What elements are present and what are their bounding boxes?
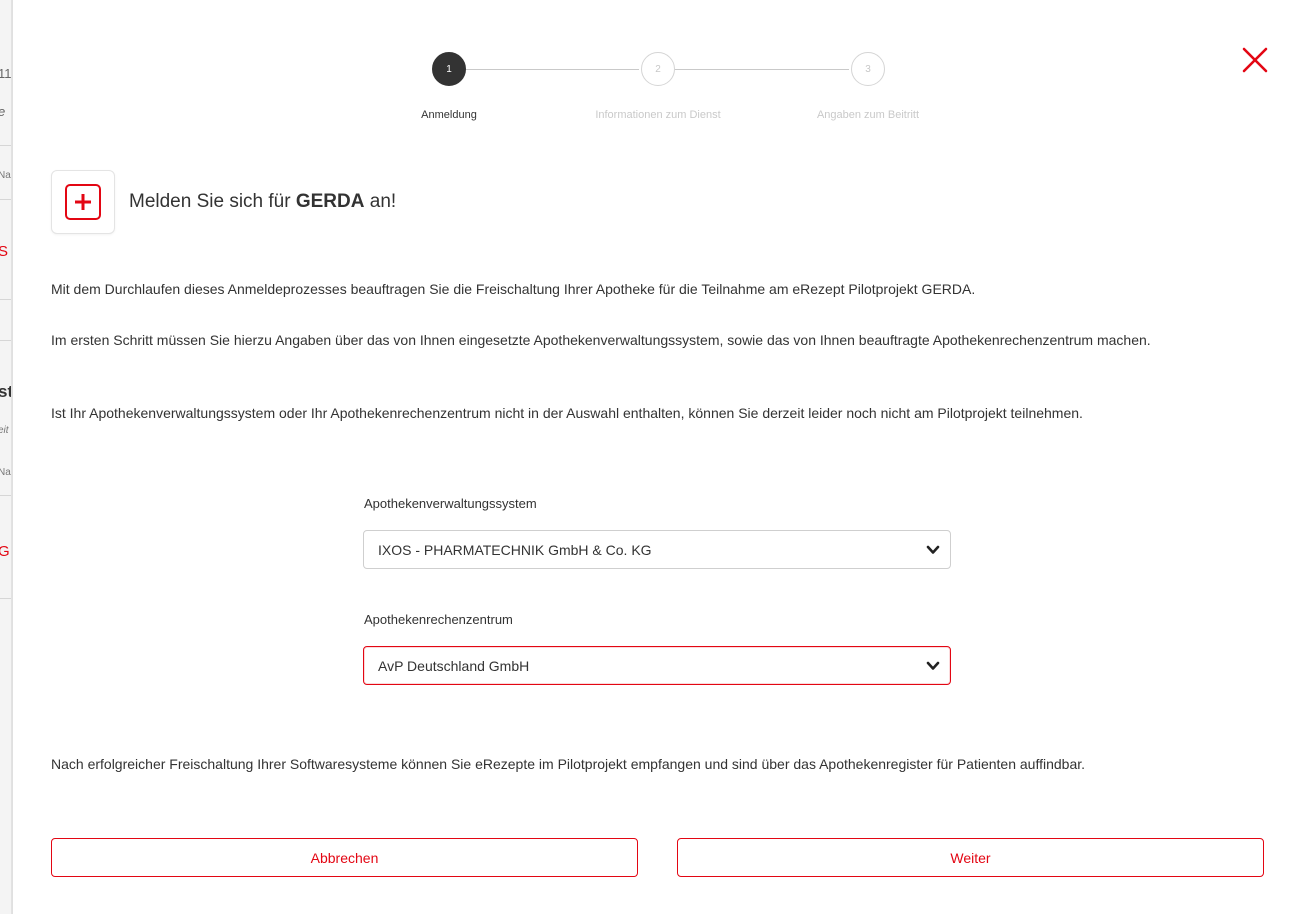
chevron-down-icon (926, 661, 940, 670)
background-fragment: e (0, 104, 5, 119)
background-divider (0, 495, 11, 496)
page-title: Melden Sie sich für GERDA an! (129, 191, 396, 213)
step-2-label: Informationen zum Dienst (595, 109, 721, 121)
title-brand: GERDA (295, 191, 365, 212)
step-2-indicator: 2 (641, 52, 675, 86)
background-fragment: G (0, 543, 10, 560)
step-one-text: Im ersten Schritt müssen Sie hierzu Anga… (51, 332, 1151, 348)
step-1-label: Anmeldung (421, 109, 477, 121)
center-label: Apothekenrechenzentrum (364, 612, 513, 627)
center-select-value: AvP Deutschland GmbH (378, 657, 530, 674)
pharmacy-logo (51, 170, 115, 234)
system-select-value: IXOS - PHARMATECHNIK GmbH & Co. KG (378, 541, 652, 558)
cancel-button[interactable]: Abbrechen (51, 838, 638, 877)
center-select[interactable]: AvP Deutschland GmbH (363, 646, 951, 685)
background-fragment: Na (0, 467, 11, 478)
intro-text: Mit dem Durchlaufen dieses Anmeldeprozes… (51, 281, 976, 297)
background-page: 11 e Na S st eit Na G (0, 0, 12, 914)
background-fragment: S (0, 243, 8, 260)
background-divider (0, 598, 11, 599)
step-3-indicator: 3 (851, 52, 885, 86)
chevron-down-icon (926, 545, 940, 554)
progress-stepper: 1 2 3 Anmeldung Informationen zum Dienst… (13, 52, 1293, 132)
next-button[interactable]: Weiter (677, 838, 1264, 877)
background-divider (0, 199, 11, 200)
system-select[interactable]: IXOS - PHARMATECHNIK GmbH & Co. KG (363, 530, 951, 569)
step-3-label: Angaben zum Beitritt (816, 109, 920, 121)
background-fragment: st (0, 382, 11, 402)
background-fragment: eit (0, 425, 9, 436)
step-connector (449, 69, 639, 70)
after-text: Nach erfolgreicher Freischaltung Ihrer S… (51, 756, 1086, 772)
title-prefix: Melden Sie sich für (129, 191, 296, 212)
not-listed-text: Ist Ihr Apothekenverwaltungssystem oder … (51, 405, 1083, 421)
system-label: Apothekenverwaltungssystem (364, 496, 537, 511)
background-fragment: Na (0, 170, 11, 181)
background-divider (0, 340, 11, 341)
step-1-indicator: 1 (432, 52, 466, 86)
background-divider (0, 299, 11, 300)
background-divider (0, 145, 11, 146)
plus-icon (75, 194, 91, 210)
registration-modal: 1 2 3 Anmeldung Informationen zum Dienst… (12, 0, 1293, 914)
title-suffix: an! (364, 191, 397, 212)
step-connector (675, 69, 849, 70)
background-fragment: 11 (0, 66, 12, 81)
